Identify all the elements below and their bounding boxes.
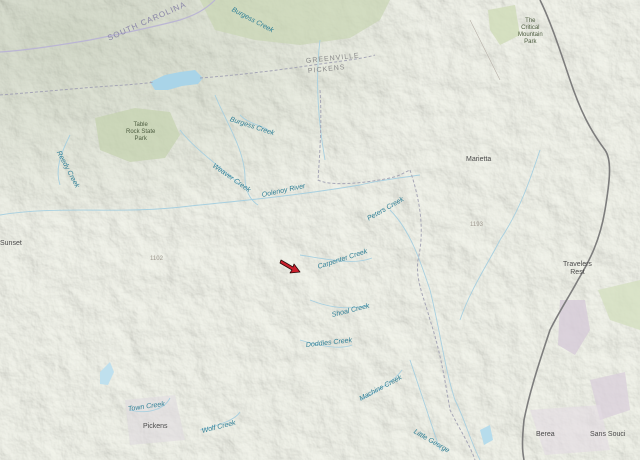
elevation-label-1193: 1193 bbox=[470, 222, 483, 228]
place-label-berea: Berea bbox=[536, 431, 555, 438]
park-label-line: Park bbox=[134, 136, 147, 142]
place-label-travelers-rest: Travelers Rest bbox=[563, 261, 592, 277]
place-label-sans-souci: Sans Souci bbox=[590, 431, 626, 438]
park-label-table-rock: Table Rock State Park bbox=[126, 122, 155, 143]
arrow-marker-icon[interactable] bbox=[279, 256, 303, 276]
place-label-line: Travelers bbox=[563, 261, 592, 268]
park-label-line: The bbox=[525, 18, 536, 24]
place-label-pickens: Pickens bbox=[143, 423, 168, 430]
place-label-marietta: Marietta bbox=[466, 156, 492, 163]
park-label-line: Critical bbox=[521, 25, 540, 31]
park-label-line: Rock State bbox=[126, 129, 156, 135]
elevation-label-1102: 1102 bbox=[150, 256, 163, 262]
park-label-line: Park bbox=[524, 39, 537, 45]
park-label-critical-mountain: The Critical Mountain Park bbox=[518, 18, 543, 46]
place-label-sunset: Sunset bbox=[0, 240, 22, 247]
place-label-line: Rest bbox=[570, 269, 585, 276]
park-label-line: Mountain bbox=[518, 32, 543, 38]
park-label-line: Table bbox=[133, 122, 148, 128]
topographic-map[interactable]: SOUTH CAROLINA GREENVILLE PICKENS Table … bbox=[0, 0, 640, 460]
